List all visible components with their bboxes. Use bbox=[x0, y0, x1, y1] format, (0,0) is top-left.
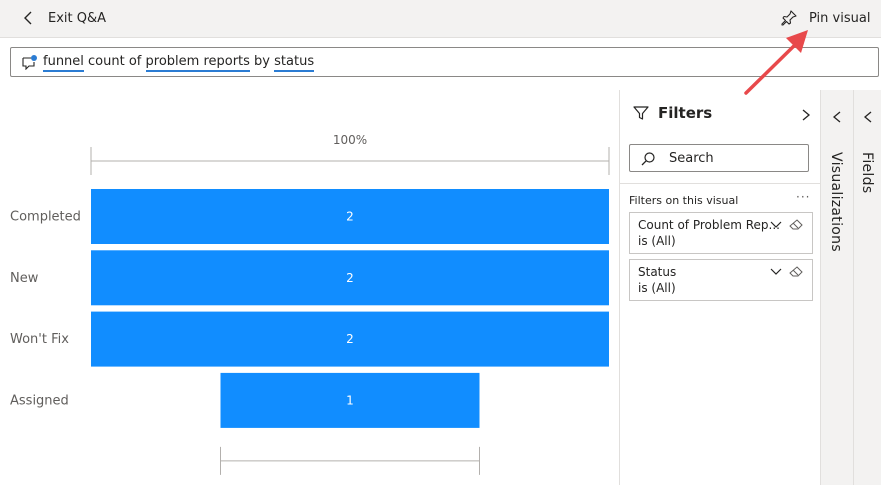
search-label: Search bbox=[669, 151, 714, 166]
filters-header: Filters bbox=[632, 104, 712, 122]
filters-on-visual-label: Filters on this visual bbox=[629, 194, 739, 207]
funnel-bar-value: 2 bbox=[346, 210, 354, 224]
filters-divider bbox=[620, 183, 821, 184]
filters-title: Filters bbox=[658, 104, 713, 122]
chevron-down-icon[interactable] bbox=[769, 220, 783, 230]
chevron-left-icon[interactable] bbox=[863, 110, 873, 124]
top-bar: Exit Q&A Pin visual bbox=[0, 0, 881, 38]
funnel-bar-value: 2 bbox=[346, 271, 354, 285]
eraser-icon[interactable] bbox=[789, 219, 803, 231]
qa-text: count of bbox=[83, 54, 146, 69]
chevron-left-icon bbox=[24, 11, 32, 25]
pin-visual-label: Pin visual bbox=[809, 10, 871, 26]
funnel-category-label: New bbox=[10, 271, 39, 286]
eraser-icon[interactable] bbox=[789, 266, 803, 278]
funnel-chart[interactable]: 100%2Completed2New2Won't Fix1Assigned50% bbox=[0, 90, 619, 485]
chevron-right-icon[interactable] bbox=[801, 108, 811, 122]
filter-card-name: Count of Problem Rep... bbox=[638, 218, 780, 232]
filter-icon bbox=[633, 106, 649, 120]
funnel-bar-value: 1 bbox=[346, 393, 354, 407]
exit-qa-label: Exit Q&A bbox=[48, 10, 107, 26]
chevron-left-icon[interactable] bbox=[832, 110, 842, 124]
funnel-chart-svg: 100%2Completed2New2Won't Fix1Assigned50% bbox=[10, 133, 610, 475]
funnel-category-label: Won't Fix bbox=[10, 332, 69, 347]
qa-text: by bbox=[249, 54, 275, 69]
filter-card-count[interactable]: Count of Problem Rep... is (All) bbox=[629, 212, 813, 254]
filter-card-status[interactable]: Status is (All) bbox=[629, 259, 813, 301]
funnel-bar-value: 2 bbox=[346, 332, 354, 346]
chevron-down-icon[interactable] bbox=[769, 267, 783, 277]
qa-chat-icon bbox=[22, 55, 37, 70]
filters-search-input[interactable]: Search bbox=[629, 144, 809, 172]
filter-card-name: Status bbox=[638, 265, 677, 279]
top-percent-label: 100% bbox=[333, 133, 367, 147]
search-icon bbox=[641, 152, 655, 166]
fields-pane[interactable]: Fields bbox=[853, 90, 881, 485]
funnel-category-label: Assigned bbox=[10, 393, 69, 408]
more-options-icon[interactable]: ··· bbox=[796, 190, 810, 204]
pin-icon bbox=[781, 10, 797, 26]
qa-term[interactable]: funnel bbox=[43, 54, 84, 72]
qa-question-input[interactable]: funnel count of problem reports by statu… bbox=[10, 47, 879, 77]
funnel-category-label: Completed bbox=[10, 210, 81, 225]
qa-question-text: funnel count of problem reports by statu… bbox=[43, 54, 315, 72]
visualizations-pane[interactable]: Visualizations bbox=[820, 90, 853, 485]
qa-term[interactable]: status bbox=[274, 54, 315, 72]
visualizations-label: Visualizations bbox=[828, 152, 844, 252]
pin-visual-button[interactable]: Pin visual bbox=[780, 9, 870, 27]
exit-qa-button[interactable]: Exit Q&A bbox=[22, 9, 106, 27]
fields-label: Fields bbox=[859, 152, 875, 194]
filter-card-state: is (All) bbox=[638, 234, 676, 248]
qa-term[interactable]: problem reports bbox=[145, 54, 250, 72]
filter-card-state: is (All) bbox=[638, 281, 676, 295]
filters-pane: Filters Search Filters on this visual ··… bbox=[619, 90, 821, 485]
